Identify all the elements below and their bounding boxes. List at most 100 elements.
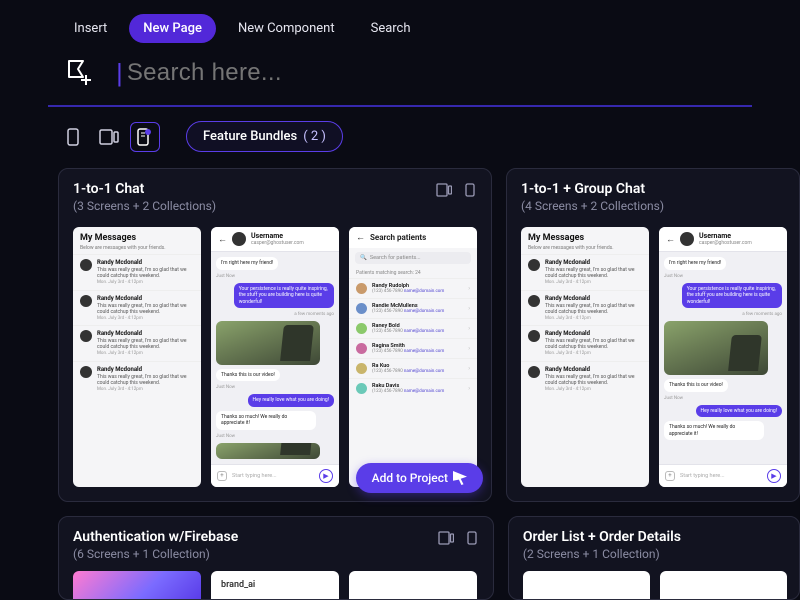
card-title: Authentication w/Firebase [73,529,238,545]
chat-bubble: Thanks so much! We really do appreciate … [664,421,764,440]
card-subtitle: (6 Screens + 1 Collection) [73,547,238,561]
search-title: Search patients [370,233,426,242]
screen-thumb-chat: ← Usernamecasper@ghostuser.com I'm right… [211,227,339,487]
send-icon: ▶ [319,469,333,483]
device-toggle-group [58,122,160,152]
nav-insert[interactable]: Insert [60,14,121,43]
time-label: Just Now [664,274,683,279]
msg-body: This was really great, I'm so glad that … [97,267,194,279]
nav-search[interactable]: Search [357,14,425,43]
tablet-icon [435,181,453,199]
msg-name: Randy Mcdonald [97,295,194,302]
header-divider [48,105,752,107]
card-title: 1-to-1 Chat [73,181,216,197]
screen-thumb-blank [660,571,787,599]
device-tablet-button[interactable] [94,122,124,152]
chat-username: Username [699,232,752,240]
time-label: Just Now [216,434,235,439]
chat-bubble: Thanks this is our video! [216,369,280,382]
match-count-label: Patients matching search: 24 [349,268,477,278]
msg-body: This was really great, I'm so glad that … [545,303,642,315]
add-button-label: Add to Project [372,471,448,485]
nav-new-component[interactable]: New Component [224,14,349,43]
bundle-count: ( 2 ) [303,129,326,144]
send-icon: ▶ [767,469,781,483]
search-input[interactable] [127,59,738,87]
msg-meta: Mon. July 3rd - 4:12pm [97,351,194,356]
feature-bundles-chip[interactable]: Feature Bundles ( 2 ) [186,121,343,152]
msg-meta: Mon. July 3rd - 4:12pm [97,280,194,285]
tablet-icon [437,529,455,547]
msg-body: This was really great, I'm so glad that … [545,374,642,386]
msg-body: This was really great, I'm so glad that … [97,374,194,386]
nav-new-page[interactable]: New Page [129,14,216,43]
screen-thumb-messages: My Messages Below are messages with your… [521,227,649,487]
search-caret: | [116,57,123,90]
thumb-subheading: Below are messages with your friends. [80,245,194,251]
msg-name: Randy Mcdonald [97,259,194,266]
screen-thumb-blank [349,571,477,599]
chat-image-bubble [216,443,320,459]
card-platform-icons [437,529,481,547]
device-phone-button[interactable] [58,122,88,152]
msg-name: Randy Mcdonald [97,330,194,337]
search-row: | [0,51,800,105]
chat-bubble: Your persistence is really quite inspiri… [234,283,334,309]
screen-thumb-gradient [73,571,201,599]
filter-row: Feature Bundles ( 2 ) [0,107,800,162]
chat-username: Username [251,232,304,240]
chat-bubble: Hey really love what you are doing! [248,394,334,407]
patient-row: Raney Bold(123) 456-7890 name@domain.com… [349,318,477,338]
time-label: Just Now [216,274,235,279]
screen-thumb-blank [523,571,650,599]
chat-bubble: Hey really love what you are doing! [696,405,782,418]
attach-icon: + [217,471,227,481]
chat-bubble: Thanks this is our video! [664,379,728,392]
add-template-icon [62,55,98,91]
screen-thumb-brand: brand_ai [211,571,339,599]
device-responsive-button[interactable] [130,122,160,152]
patient-row: Randy Rudolph(123) 456-7890 name@domain.… [349,278,477,298]
screen-thumb-messages: My Messages Below are messages with your… [73,227,201,487]
card-title: 1-to-1 + Group Chat [521,181,664,197]
time-label: a few moments ago [294,312,334,317]
bundle-card-order-list[interactable]: Order List + Order Details (2 Screens + … [508,516,800,600]
msg-meta: Mon. July 3rd - 4:12pm [545,387,642,392]
add-to-project-button[interactable]: Add to Project [356,463,483,493]
card-title: Order List + Order Details [523,529,681,545]
bundle-card-group-chat[interactable]: 1-to-1 + Group Chat (4 Screens + 2 Colle… [506,168,800,502]
msg-meta: Mon. July 3rd - 4:12pm [545,280,642,285]
msg-body: This was really great, I'm so glad that … [97,338,194,350]
time-label: Just Now [664,396,683,401]
attach-icon: + [665,471,675,481]
bundle-card-1to1-chat[interactable]: 1-to-1 Chat (3 Screens + 2 Collections) … [58,168,492,502]
bundles-row-1: 1-to-1 Chat (3 Screens + 2 Collections) … [0,162,800,502]
bundle-card-auth-firebase[interactable]: Authentication w/Firebase (6 Screens + 1… [58,516,494,600]
chat-image-bubble [216,321,320,365]
patient-row: Randie McMullens(123) 456-7890 name@doma… [349,298,477,318]
time-label: Just Now [216,385,235,390]
msg-name: Randy Mcdonald [545,295,642,302]
screen-thumb-search-patients: ← Search patients 🔍Search for patients..… [349,227,477,487]
patient-row: Ragina Smith(123) 456-7890 name@domain.c… [349,338,477,358]
patient-row: Ra Kuo(123) 456-7890 name@domain.com› [349,358,477,378]
phone-icon [463,529,481,547]
msg-body: This was really great, I'm so glad that … [545,338,642,350]
chat-email: casper@ghostuser.com [251,240,304,246]
bundles-row-2: Authentication w/Firebase (6 Screens + 1… [0,502,800,600]
msg-body: This was really great, I'm so glad that … [545,267,642,279]
chat-email: casper@ghostuser.com [699,240,752,246]
msg-meta: Mon. July 3rd - 4:12pm [97,387,194,392]
thumb-subheading: Below are messages with your friends. [528,245,642,251]
patient-search-field: 🔍Search for patients... [355,252,471,264]
msg-body: This was really great, I'm so glad that … [97,303,194,315]
chat-input-placeholder: Start typing here... [232,473,314,479]
bundle-label: Feature Bundles [203,129,297,144]
chat-bubble: Thanks so much! We really do appreciate … [216,411,316,430]
cursor-icon [453,471,467,485]
msg-name: Randy Mcdonald [545,330,642,337]
card-platform-icons [435,181,479,199]
back-icon: ← [666,234,675,245]
msg-meta: Mon. July 3rd - 4:12pm [545,316,642,321]
thumb-heading: My Messages [528,233,642,243]
